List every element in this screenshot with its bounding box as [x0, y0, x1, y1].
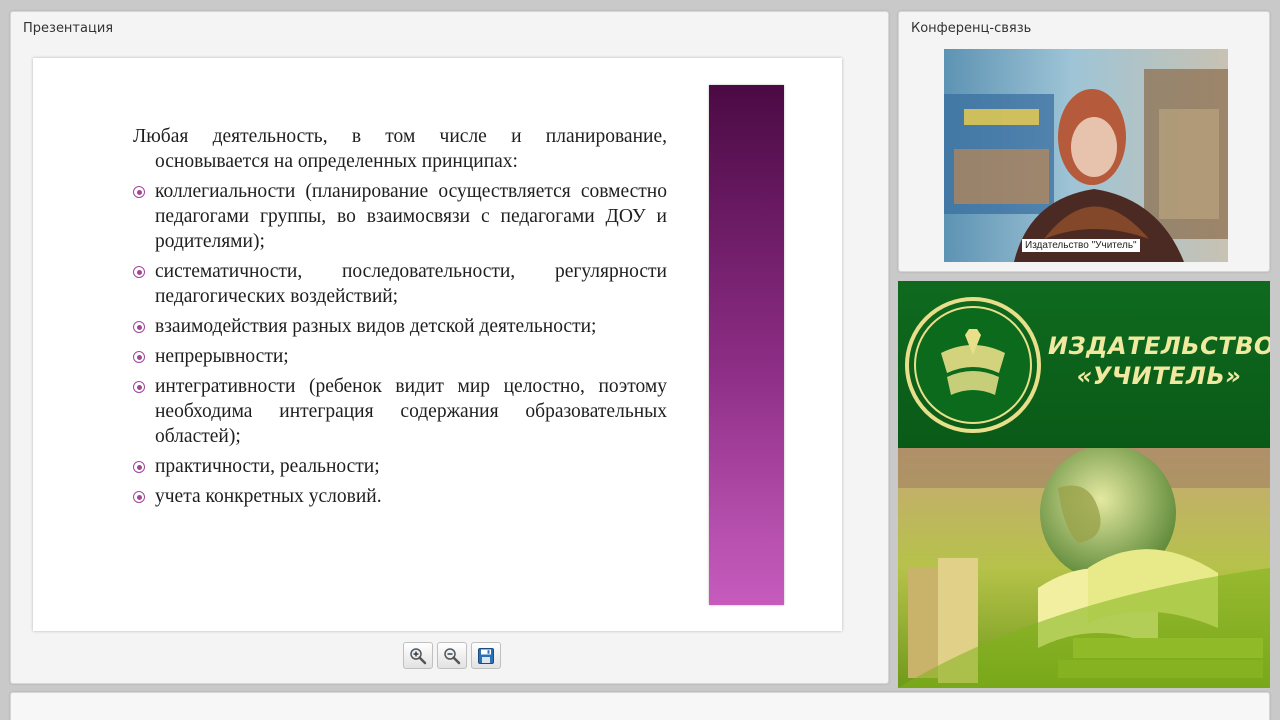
bullet-circle-icon: [133, 461, 145, 473]
publisher-banner: ИЗДАТЕЛЬСТВО «УЧИТЕЛЬ»: [898, 281, 1270, 688]
zoom-out-button[interactable]: [437, 642, 467, 669]
video-caption: Издательство "Учитель": [1022, 239, 1140, 252]
slide-bullet: коллегиальности (планирование осуществля…: [133, 179, 667, 254]
logo-line-2: «УЧИТЕЛЬ»: [1076, 362, 1242, 390]
slide-bullet: учета конкретных условий.: [133, 484, 667, 509]
presentation-panel-title: Презентация: [23, 21, 114, 36]
publisher-logo-text: ИЗДАТЕЛЬСТВО «УЧИТЕЛЬ»: [1048, 331, 1270, 391]
slide-bullet-text: коллегиальности (планирование осуществля…: [155, 181, 667, 252]
books-globe-illustration: [898, 448, 1270, 688]
presentation-slide: Любая деятельность, в том числе и планир…: [33, 58, 842, 631]
bottom-panel: [10, 692, 1270, 720]
bullet-circle-icon: [133, 186, 145, 198]
presentation-toolbar: [403, 642, 501, 669]
slide-bullet: практичности, реальности;: [133, 454, 667, 479]
slide-bullet-text: систематичности, последовательности, рег…: [155, 261, 667, 307]
webcam-video[interactable]: Издательство "Учитель": [944, 49, 1228, 262]
slide-text: Любая деятельность, в том числе и планир…: [133, 124, 667, 514]
logo-line-1: ИЗДАТЕЛЬСТВО: [1048, 332, 1270, 360]
slide-bullet-text: учета конкретных условий.: [155, 486, 382, 507]
slide-bullet-list: коллегиальности (планирование осуществля…: [133, 179, 667, 509]
presentation-panel: Презентация Любая деятельность, в том чи…: [10, 11, 889, 684]
banner-books-image: [898, 448, 1270, 688]
slide-intro: Любая деятельность, в том числе и планир…: [133, 126, 667, 172]
zoom-in-button[interactable]: [403, 642, 433, 669]
save-icon: [478, 647, 494, 664]
slide-accent-bar: [709, 85, 784, 605]
banner-logo-area: ИЗДАТЕЛЬСТВО «УЧИТЕЛЬ»: [898, 281, 1270, 448]
zoom-in-icon: [410, 647, 427, 664]
bullet-circle-icon: [133, 491, 145, 503]
slide-bullet-text: интегративности (ребенок видит мир целос…: [155, 376, 667, 447]
slide-bullet: непрерывности;: [133, 344, 667, 369]
publisher-logo-icon: [905, 297, 1041, 433]
slide-bullet: интегративности (ребенок видит мир целос…: [133, 374, 667, 449]
conference-panel-title: Конференц-связь: [911, 21, 1032, 36]
slide-bullet: систематичности, последовательности, рег…: [133, 259, 667, 309]
zoom-out-icon: [444, 647, 461, 664]
slide-bullet-text: практичности, реальности;: [155, 456, 380, 477]
bullet-circle-icon: [133, 351, 145, 363]
conference-panel: Конференц-связь Издательство "Учитель": [898, 11, 1270, 272]
bullet-circle-icon: [133, 266, 145, 278]
slide-bullet: взаимодействия разных видов детской деят…: [133, 314, 667, 339]
webcam-video-frame: [944, 49, 1228, 262]
bullet-circle-icon: [133, 381, 145, 393]
save-button[interactable]: [471, 642, 501, 669]
bullet-circle-icon: [133, 321, 145, 333]
slide-bullet-text: непрерывности;: [155, 346, 289, 367]
slide-bullet-text: взаимодействия разных видов детской деят…: [155, 316, 597, 337]
